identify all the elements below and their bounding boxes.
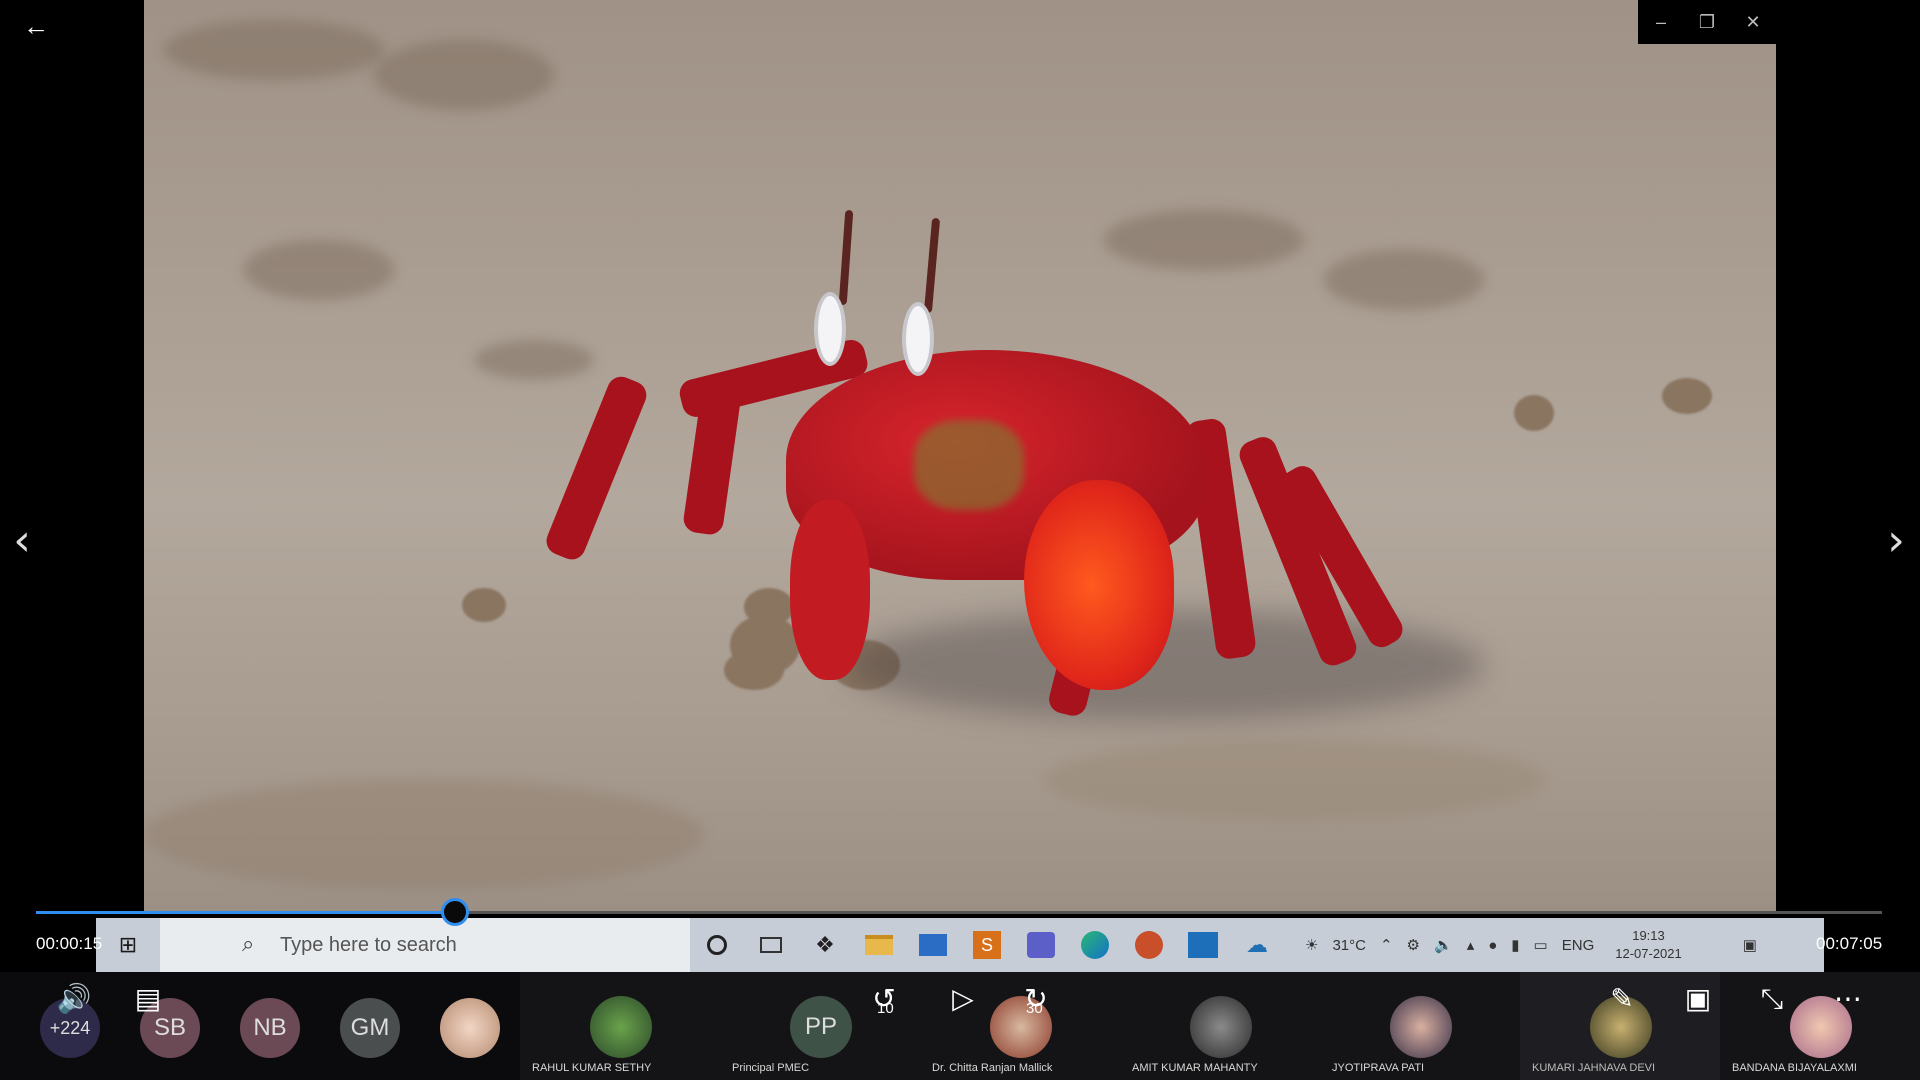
teams-icon[interactable] [1014, 918, 1068, 972]
participant-tile[interactable]: BANDANA BIJAYALAXMI [1720, 972, 1920, 1080]
weather-temperature[interactable]: 31°C [1325, 937, 1373, 954]
skip-back-seconds: 10 [877, 1000, 894, 1017]
notification-icon[interactable]: ▣ [1736, 936, 1764, 954]
remote-icon[interactable]: ☁ [1230, 918, 1284, 972]
seek-thumb[interactable] [441, 898, 470, 926]
volume-icon[interactable]: 🔈 [1427, 936, 1460, 954]
participant-name: Dr. Chitta Ranjan Mallick [932, 1062, 1053, 1074]
avatar [590, 996, 652, 1058]
weather-icon[interactable]: ☀ [1298, 936, 1325, 954]
participant-name: JYOTIPRAVA PATI [1332, 1062, 1425, 1074]
language-indicator[interactable]: ENG [1555, 937, 1602, 954]
volume-icon[interactable]: 🔊 [56, 982, 92, 1015]
clock-date: 12-07-2021 [1615, 946, 1682, 961]
participant-avatar-nb[interactable]: NB [240, 998, 300, 1058]
participant-name: BANDANA BIJAYALAXMI [1732, 1062, 1857, 1074]
clock-time: 19:13 [1632, 928, 1665, 943]
sand-texture [164, 20, 384, 80]
wifi-icon[interactable]: ▴ [1460, 936, 1482, 954]
back-arrow-icon[interactable]: ← [20, 10, 52, 42]
avatar [1390, 996, 1452, 1058]
video-frame[interactable] [144, 0, 1776, 912]
crab-left-claw [790, 500, 870, 680]
sand-texture [374, 40, 554, 110]
skip-forward-seconds: 30 [1026, 1000, 1043, 1017]
media-player-icon[interactable] [1176, 918, 1230, 972]
seek-progress [36, 911, 456, 914]
exit-fullscreen-icon[interactable]: ⤡ [1754, 982, 1790, 1016]
edit-pencil-icon[interactable]: ✎ [1604, 982, 1640, 1015]
sand-texture [474, 340, 594, 380]
crab-eye-stalk [923, 217, 941, 314]
participant-avatar-photo[interactable] [440, 998, 500, 1058]
avatar [1190, 996, 1252, 1058]
taskbar-clock[interactable]: 19:13 12-07-2021 [1601, 927, 1696, 963]
picture-in-picture-icon[interactable]: ▣ [1680, 982, 1716, 1015]
participant-name: KUMARI JAHNAVA DEVI [1532, 1062, 1656, 1074]
participant-avatar-gm[interactable]: GM [340, 998, 400, 1058]
next-arrow-icon[interactable]: › [1876, 514, 1916, 568]
more-options-icon[interactable]: ⋯ [1828, 982, 1868, 1015]
sand-texture [244, 240, 394, 300]
play-icon[interactable]: ▷ [945, 982, 981, 1015]
onedrive-icon[interactable]: ● [1481, 937, 1504, 954]
participant-tile[interactable]: JYOTIPRAVA PATI [1320, 972, 1520, 1080]
search-icon: ⌕ [242, 931, 255, 956]
media-viewer: ← – ❐ ✕ ‹ › ⊞ ⌕ Type here to search ❖ S … [0, 0, 1920, 1080]
avatar: PP [790, 996, 852, 1058]
windows-start-icon[interactable]: ⊞ [96, 918, 160, 972]
pebble [1514, 395, 1554, 431]
sand-texture [144, 780, 704, 890]
dropbox-icon[interactable]: ❖ [798, 918, 852, 972]
crab-left-eye [814, 292, 846, 366]
file-explorer-icon[interactable] [852, 918, 906, 972]
sand-texture [1324, 250, 1484, 310]
task-view-icon[interactable] [744, 918, 798, 972]
participant-name: AMIT KUMAR MAHANTY [1132, 1062, 1258, 1074]
crab-marking [914, 420, 1024, 510]
search-placeholder: Type here to search [280, 933, 457, 956]
microphone-icon[interactable]: ▮ [1504, 936, 1526, 954]
pebble [1662, 378, 1712, 414]
participant-tile[interactable]: AMIT KUMAR MAHANTY [1120, 972, 1320, 1080]
seek-bar[interactable] [36, 898, 1882, 926]
close-icon[interactable]: ✕ [1730, 0, 1776, 44]
restore-icon[interactable]: ❐ [1684, 0, 1730, 44]
window-controls: – ❐ ✕ [1638, 0, 1776, 44]
crab-right-eye [902, 302, 934, 376]
participant-name: RAHUL KUMAR SETHY [532, 1062, 652, 1074]
pebble [724, 650, 784, 690]
minimize-icon[interactable]: – [1638, 0, 1684, 44]
powerpoint-icon[interactable] [1122, 918, 1176, 972]
crab-eye-stalk [838, 209, 854, 306]
captions-icon[interactable]: ▤ [130, 982, 166, 1015]
previous-arrow-icon[interactable]: ‹ [2, 514, 42, 568]
edge-icon[interactable] [1068, 918, 1122, 972]
pebble [462, 588, 506, 622]
sand-texture [1044, 740, 1544, 820]
sand-texture [1104, 210, 1304, 270]
participant-tile[interactable]: RAHUL KUMAR SETHY [520, 972, 720, 1080]
taskbar-search-box[interactable]: ⌕ Type here to search [160, 918, 690, 972]
network-icon[interactable]: ⚙ [1400, 936, 1427, 954]
chevron-up-icon[interactable]: ⌃ [1373, 936, 1400, 954]
participant-name: Principal PMEC [732, 1062, 810, 1074]
total-time: 00:07:05 [1816, 934, 1883, 953]
battery-icon[interactable]: ▭ [1527, 936, 1555, 954]
slides-app-icon[interactable]: S [960, 918, 1014, 972]
windows-taskbar: ⊞ ⌕ Type here to search ❖ S ☁ ☀ 31°C ⌃ ⚙… [96, 918, 1824, 972]
elapsed-time: 00:00:15 [36, 934, 103, 953]
cortana-icon[interactable] [690, 918, 744, 972]
mail-icon[interactable] [906, 918, 960, 972]
crab-leg [542, 372, 651, 564]
